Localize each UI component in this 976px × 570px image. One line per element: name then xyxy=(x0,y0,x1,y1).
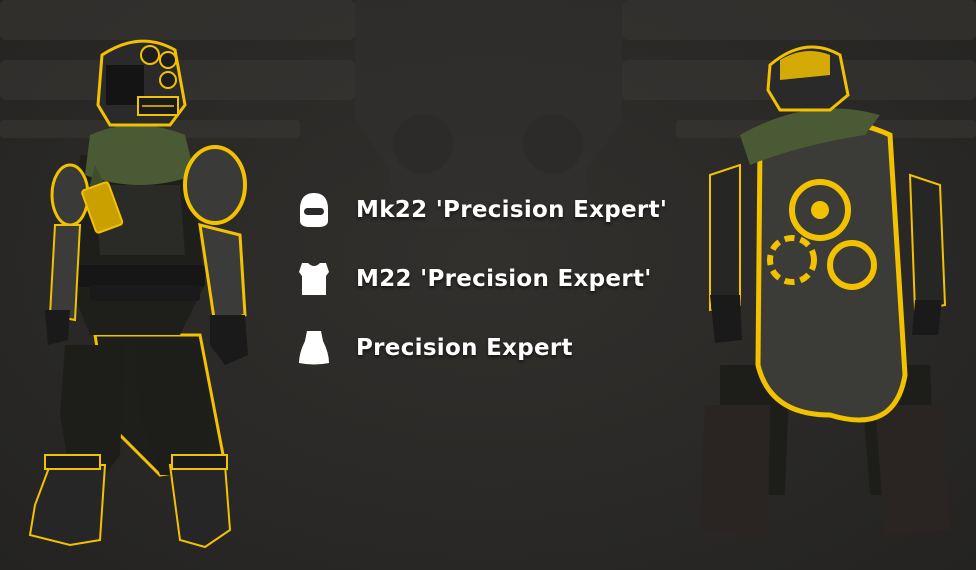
list-item-chest: M22 'Precision Expert' xyxy=(296,259,716,299)
armor-set-preview: Mk22 'Precision Expert' M22 'Precision E… xyxy=(0,0,976,570)
helmet-icon xyxy=(296,190,332,230)
armor-back-view xyxy=(700,45,950,535)
item-label-helmet: Mk22 'Precision Expert' xyxy=(356,197,668,223)
armor-front-view xyxy=(28,39,248,549)
cape-icon xyxy=(296,328,332,368)
list-item-cape: Precision Expert xyxy=(296,328,716,368)
armor-item-list: Mk22 'Precision Expert' M22 'Precision E… xyxy=(296,190,716,397)
item-label-chest: M22 'Precision Expert' xyxy=(356,266,652,292)
chest-armor-icon xyxy=(296,259,332,299)
list-item-helmet: Mk22 'Precision Expert' xyxy=(296,190,716,230)
item-label-cape: Precision Expert xyxy=(356,335,573,361)
